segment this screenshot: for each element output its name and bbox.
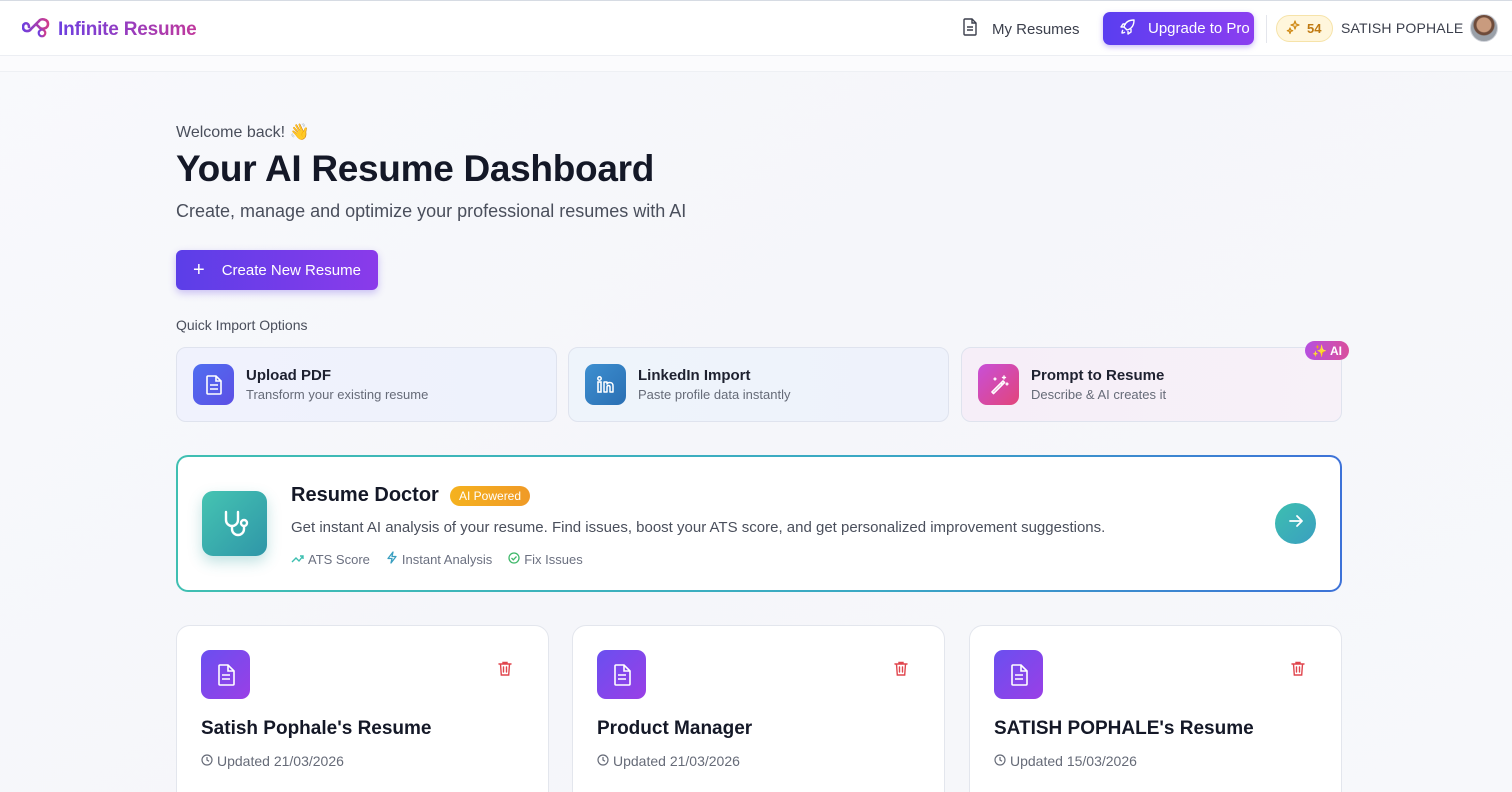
page-title: Your AI Resume Dashboard (176, 148, 655, 189)
tag-fix-issues: Fix Issues (508, 551, 583, 567)
quick-import-heading: Quick Import Options (176, 317, 308, 333)
doctor-open-button[interactable] (1275, 503, 1316, 544)
doctor-description: Get instant AI analysis of your resume. … (291, 519, 1106, 536)
qi-desc: Describe & AI creates it (1031, 387, 1167, 402)
clock-icon (201, 753, 213, 769)
credits-count: 54 (1307, 21, 1322, 36)
top-navbar: Infinite Resume My Resumes Upgrade to Pr… (0, 0, 1512, 56)
file-icon (201, 650, 250, 699)
trend-up-icon (291, 552, 304, 567)
stethoscope-icon (202, 491, 267, 556)
resume-updated-text: Updated 21/03/2026 (613, 753, 740, 769)
nav-my-resumes-label: My Resumes (992, 20, 1080, 38)
file-icon (597, 650, 646, 699)
resume-title: Satish Pophale's Resume (201, 718, 432, 739)
qi-title: Prompt to Resume (1031, 367, 1165, 384)
divider (1266, 15, 1267, 43)
trash-icon (498, 661, 512, 681)
tag-label: ATS Score (308, 551, 370, 567)
nav-my-resumes[interactable]: My Resumes (962, 18, 1080, 40)
upgrade-button[interactable]: Upgrade to Pro (1103, 12, 1254, 45)
resume-doctor-card[interactable]: Resume Doctor AI Powered Get instant AI … (176, 455, 1342, 592)
trash-icon (1291, 661, 1305, 681)
sparkle-icon: ✨ (1312, 343, 1327, 358)
linkedin-icon (585, 364, 626, 405)
create-new-resume-button[interactable]: + Create New Resume (176, 250, 378, 290)
qi-desc: Transform your existing resume (246, 387, 429, 402)
tag-label: Instant Analysis (401, 551, 493, 567)
ai-powered-badge: AI Powered (450, 486, 531, 506)
tag-label: Fix Issues (524, 551, 583, 567)
delete-resume-button[interactable] (498, 661, 512, 682)
ai-badge-label: AI (1329, 343, 1342, 358)
resume-updated-text: Updated 15/03/2026 (1010, 753, 1137, 769)
resume-card[interactable]: Product Manager Updated 21/03/2026 (572, 625, 945, 792)
tag-ats-score: ATS Score (291, 551, 370, 567)
qi-title: Upload PDF (246, 367, 331, 384)
qi-desc: Paste profile data instantly (638, 387, 791, 402)
trash-icon (894, 661, 908, 681)
delete-resume-button[interactable] (894, 661, 908, 682)
page-subtitle: Create, manage and optimize your profess… (176, 201, 687, 221)
resume-updated: Updated 21/03/2026 (597, 753, 740, 769)
linkedin-import-card[interactable]: LinkedIn Import Paste profile data insta… (568, 347, 949, 422)
username[interactable]: SATISH POPHALE (1341, 20, 1463, 36)
brand[interactable]: Infinite Resume (21, 15, 197, 44)
plus-icon: + (193, 259, 205, 281)
doctor-tags: ATS Score Instant Analysis Fix Issues (291, 551, 583, 567)
resume-card[interactable]: SATISH POPHALE's Resume Updated 15/03/20… (969, 625, 1342, 792)
file-icon (994, 650, 1043, 699)
resume-updated: Updated 21/03/2026 (201, 753, 344, 769)
resume-updated-text: Updated 21/03/2026 (217, 753, 344, 769)
welcome-text: Welcome back! 👋 (176, 124, 310, 141)
infinity-logo-icon (21, 15, 50, 44)
clock-icon (994, 753, 1006, 769)
qi-title: LinkedIn Import (638, 367, 751, 384)
resume-card[interactable]: Satish Pophale's Resume Updated 21/03/20… (176, 625, 549, 792)
subheader-strip (0, 56, 1512, 72)
brand-name: Infinite Resume (58, 18, 197, 40)
document-icon (962, 18, 978, 40)
tag-instant-analysis: Instant Analysis (386, 551, 492, 567)
upgrade-label: Upgrade to Pro (1148, 20, 1250, 37)
clock-icon (597, 753, 609, 769)
create-label: Create New Resume (221, 261, 361, 279)
arrow-right-icon (1288, 513, 1304, 534)
credits-badge[interactable]: 54 (1276, 15, 1333, 42)
magic-wand-icon (978, 364, 1019, 405)
rocket-icon (1120, 18, 1136, 39)
zap-icon (386, 551, 398, 567)
prompt-to-resume-card[interactable]: Prompt to Resume Describe & AI creates i… (961, 347, 1342, 422)
sparkle-icon (1286, 19, 1301, 38)
resume-updated: Updated 15/03/2026 (994, 753, 1137, 769)
doctor-title: Resume Doctor (291, 484, 439, 506)
check-circle-icon (508, 551, 520, 567)
ai-badge: ✨ AI (1305, 341, 1349, 360)
delete-resume-button[interactable] (1291, 661, 1305, 682)
file-icon (193, 364, 234, 405)
upload-pdf-card[interactable]: Upload PDF Transform your existing resum… (176, 347, 557, 422)
avatar[interactable] (1470, 14, 1498, 42)
resume-title: Product Manager (597, 718, 753, 739)
resume-title: SATISH POPHALE's Resume (994, 718, 1254, 739)
